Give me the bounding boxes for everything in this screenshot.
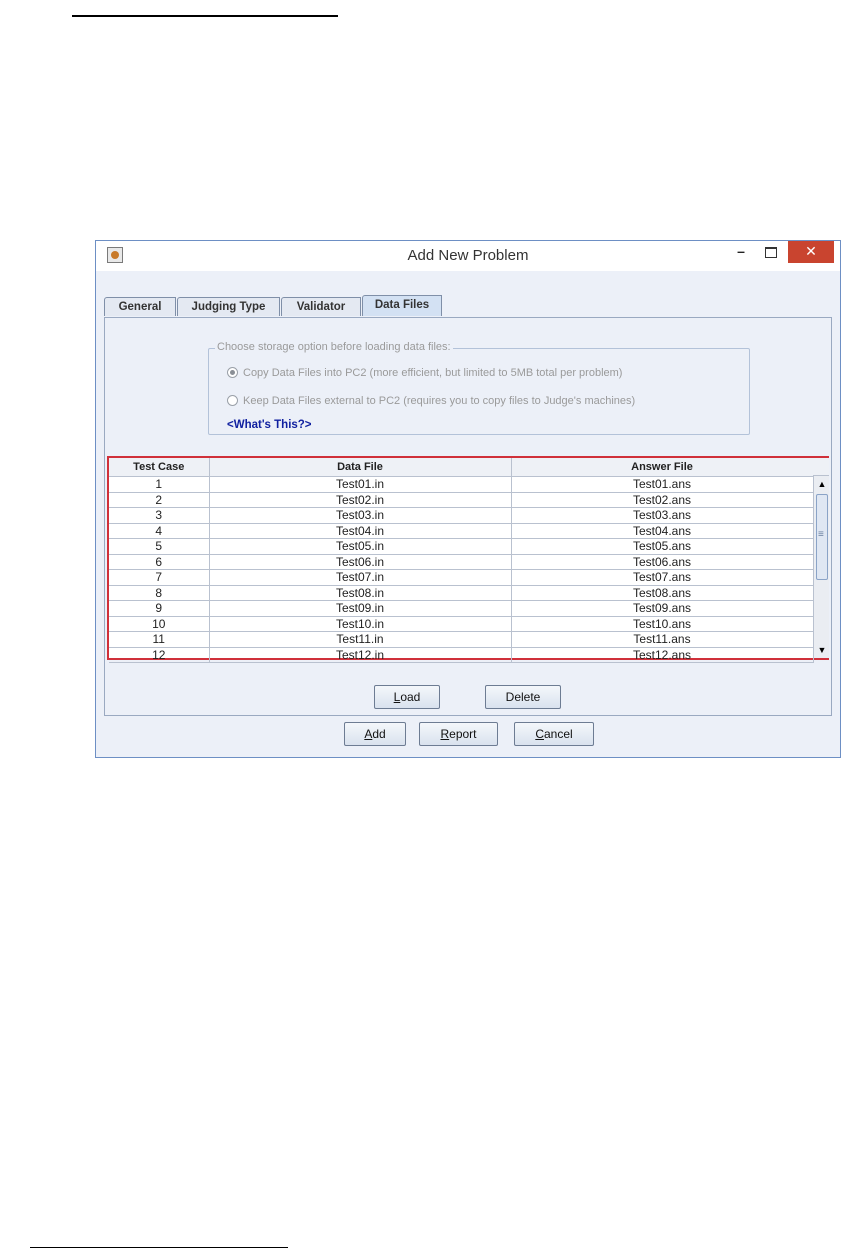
report-mnemonic: R (440, 727, 450, 741)
table-row[interactable]: 1 Test01.in Test01.ans (109, 476, 814, 493)
table-row[interactable]: 7 Test07.in Test07.ans (109, 569, 814, 586)
add-new-problem-dialog: Add New Problem – ✕ General Judging Type… (95, 240, 841, 758)
test-case-cell: 8 (109, 585, 210, 601)
copy-files-label: Copy Data Files into PC2 (more efficient… (243, 367, 623, 379)
whats-this-link[interactable]: <What's This?> (227, 419, 312, 431)
storage-option-group: Choose storage option before loading dat… (208, 341, 750, 435)
table-row[interactable]: 12 Test12.in Test12.ans (109, 647, 814, 663)
report-button[interactable]: Report (419, 722, 498, 746)
test-case-cell: 6 (109, 554, 210, 570)
answer-file-cell: Test12.ans (511, 647, 814, 663)
data-file-cell: Test07.in (209, 569, 512, 586)
test-case-cell: 11 (109, 631, 210, 648)
test-case-cell: 4 (109, 523, 210, 539)
scroll-down-arrow-icon[interactable]: ▼ (816, 644, 828, 656)
answer-file-cell: Test02.ans (511, 492, 814, 508)
table-row[interactable]: 3 Test03.in Test03.ans (109, 507, 814, 524)
table-row[interactable]: 8 Test08.in Test08.ans (109, 585, 814, 601)
data-file-cell: Test10.in (209, 616, 512, 632)
answer-file-cell: Test09.ans (511, 600, 814, 617)
test-case-cell: 10 (109, 616, 210, 632)
maximize-button[interactable] (758, 241, 784, 263)
top-rule (72, 15, 338, 17)
data-file-cell: Test11.in (209, 631, 512, 648)
answer-file-cell: Test11.ans (511, 631, 814, 648)
add-label-rest: dd (372, 727, 386, 741)
table-row[interactable]: 10 Test10.in Test10.ans (109, 616, 814, 632)
scrollbar-thumb[interactable] (816, 494, 828, 580)
table-header-row: Test Case Data File Answer File (109, 458, 814, 477)
cancel-label-rest: ancel (543, 727, 573, 741)
load-label-rest: oad (400, 690, 421, 704)
data-file-cell: Test02.in (209, 492, 512, 508)
data-file-cell: Test09.in (209, 600, 512, 617)
table-row[interactable]: 6 Test06.in Test06.ans (109, 554, 814, 570)
footnote-rule (30, 1247, 288, 1248)
data-file-cell: Test08.in (209, 585, 512, 601)
data-files-table[interactable]: Test Case Data File Answer File 1 Test01.… (107, 456, 829, 663)
answer-file-cell: Test04.ans (511, 523, 814, 539)
data-file-cell: Test04.in (209, 523, 512, 539)
test-case-cell: 12 (109, 647, 210, 663)
table-row[interactable]: 2 Test02.in Test02.ans (109, 492, 814, 508)
maximize-icon (765, 247, 777, 258)
copy-files-option[interactable]: Copy Data Files into PC2 (more efficient… (227, 367, 622, 379)
table-row[interactable]: 4 Test04.in Test04.ans (109, 523, 814, 539)
test-case-cell: 3 (109, 507, 210, 524)
answer-file-cell: Test06.ans (511, 554, 814, 570)
cancel-mnemonic: C (535, 727, 544, 741)
table-row[interactable]: 9 Test09.in Test09.ans (109, 600, 814, 617)
table-header-corner (813, 458, 829, 476)
data-file-cell: Test06.in (209, 554, 512, 570)
cancel-button[interactable]: Cancel (514, 722, 594, 746)
tab-data-files[interactable]: Data Files (362, 295, 442, 316)
close-button[interactable]: ✕ (788, 241, 834, 263)
external-files-label: Keep Data Files external to PC2 (require… (243, 395, 636, 407)
scroll-up-arrow-icon[interactable]: ▲ (816, 478, 828, 490)
table-row[interactable]: 5 Test05.in Test05.ans (109, 538, 814, 555)
external-files-radio[interactable] (227, 395, 238, 406)
answer-file-cell: Test03.ans (511, 507, 814, 524)
load-button[interactable]: Load (374, 685, 440, 709)
report-label-rest: eport (449, 727, 477, 741)
data-file-cell: Test03.in (209, 507, 512, 524)
answer-file-cell: Test07.ans (511, 569, 814, 586)
data-file-cell: Test01.in (209, 476, 512, 493)
col-header-data-file[interactable]: Data File (209, 458, 512, 477)
data-files-panel: Choose storage option before loading dat… (104, 317, 832, 716)
data-file-cell: Test05.in (209, 538, 512, 555)
test-case-cell: 2 (109, 492, 210, 508)
external-files-option[interactable]: Keep Data Files external to PC2 (require… (227, 395, 635, 407)
delete-button[interactable]: Delete (485, 685, 561, 709)
tab-validator[interactable]: Validator (281, 297, 361, 316)
col-header-answer-file[interactable]: Answer File (511, 458, 814, 477)
answer-file-cell: Test10.ans (511, 616, 814, 632)
data-file-cell: Test12.in (209, 647, 512, 663)
test-case-cell: 5 (109, 538, 210, 555)
answer-file-cell: Test05.ans (511, 538, 814, 555)
minimize-button[interactable]: – (728, 241, 754, 263)
tab-general[interactable]: General (104, 297, 176, 316)
files-table: Test Case Data File Answer File 1 Test01.… (109, 458, 814, 663)
test-case-cell: 9 (109, 600, 210, 617)
test-case-cell: 1 (109, 476, 210, 493)
tab-judging-type[interactable]: Judging Type (177, 297, 280, 316)
answer-file-cell: Test01.ans (511, 476, 814, 493)
copy-files-radio[interactable] (227, 367, 238, 378)
table-vertical-scrollbar[interactable]: ▲ ▼ (813, 476, 829, 658)
storage-group-title: Choose storage option before loading dat… (215, 341, 453, 353)
table-row[interactable]: 11 Test11.in Test11.ans (109, 631, 814, 648)
col-header-test-case[interactable]: Test Case (109, 458, 210, 477)
test-case-cell: 7 (109, 569, 210, 586)
title-bar: Add New Problem – ✕ (96, 241, 840, 271)
answer-file-cell: Test08.ans (511, 585, 814, 601)
add-button[interactable]: Add (344, 722, 406, 746)
